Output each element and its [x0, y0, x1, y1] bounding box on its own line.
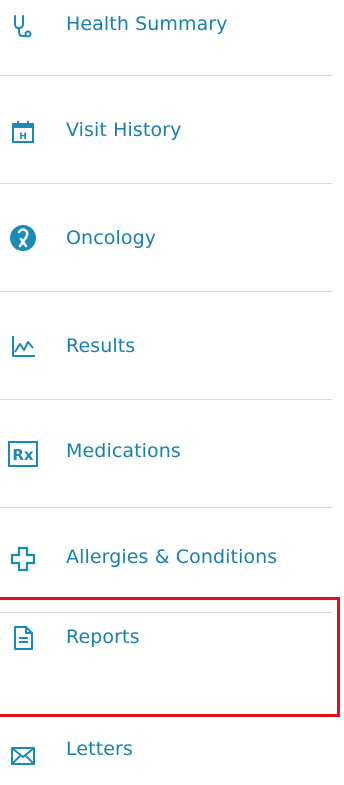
selection-highlight	[0, 597, 340, 717]
svg-text:H: H	[19, 132, 27, 142]
nav-item-results[interactable]: Results	[0, 292, 332, 399]
nav-item-label: Visit History	[66, 119, 182, 141]
rx-icon: Rx	[8, 440, 38, 468]
envelope-icon	[9, 742, 37, 770]
nav-item-health-summary[interactable]: Health Summary	[0, 0, 332, 56]
sidebar-nav: Health Summary H Visit History Oncology	[0, 0, 344, 785]
nav-item-label: Results	[66, 335, 136, 357]
nav-item-label: Health Summary	[66, 13, 228, 35]
nav-item-medications[interactable]: Rx Medications	[0, 400, 332, 507]
ribbon-icon	[9, 224, 37, 252]
medical-cross-icon	[9, 545, 37, 573]
stethoscope-icon	[9, 12, 37, 40]
calendar-icon: H	[9, 118, 37, 146]
nav-item-allergies-conditions[interactable]: Allergies & Conditions	[0, 508, 332, 603]
nav-item-label: Oncology	[66, 227, 157, 249]
nav-item-label: Allergies & Conditions	[66, 546, 278, 568]
nav-item-letters[interactable]: Letters	[0, 730, 332, 785]
line-chart-icon	[9, 332, 37, 360]
nav-item-visit-history[interactable]: H Visit History	[0, 76, 332, 183]
nav-item-label: Letters	[66, 738, 133, 760]
nav-item-oncology[interactable]: Oncology	[0, 184, 332, 291]
svg-text:Rx: Rx	[12, 446, 34, 464]
nav-item-label: Medications	[66, 440, 181, 462]
